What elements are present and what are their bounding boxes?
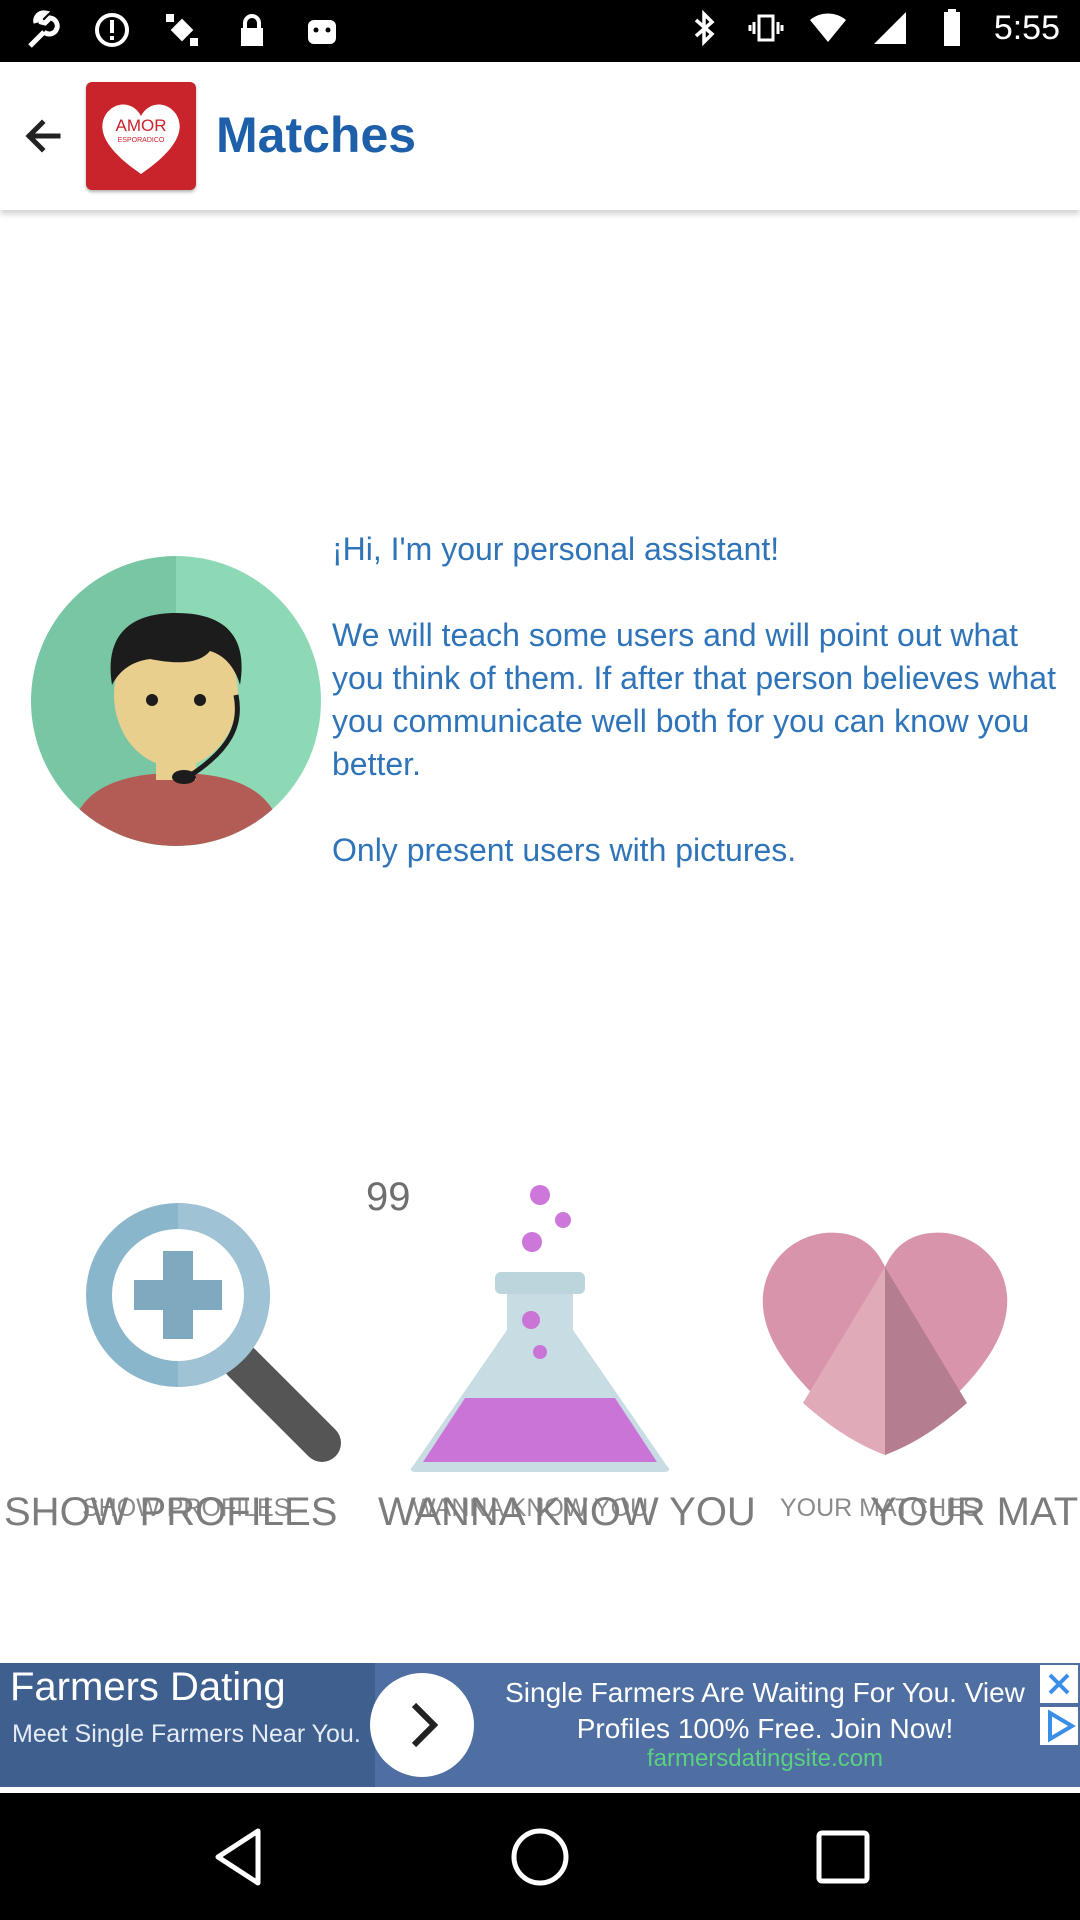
home-circle-icon[interactable] — [500, 1817, 580, 1897]
close-icon[interactable] — [1040, 1665, 1078, 1703]
status-bar: 5:55 — [0, 0, 1080, 62]
vibrate-icon — [746, 8, 786, 48]
ad-title[interactable]: Farmers Dating — [10, 1665, 286, 1710]
back-triangle-icon[interactable] — [200, 1817, 280, 1897]
chevron-right-icon[interactable] — [370, 1673, 474, 1777]
signal-icon — [870, 8, 910, 48]
app-bar: AMOR ESPORADICO Matches — [0, 62, 1080, 210]
adchoices-icon[interactable] — [1040, 1707, 1078, 1745]
battery-icon — [932, 8, 972, 48]
notification-count: 99 — [366, 1175, 411, 1219]
ad-domain[interactable]: farmersdatingsite.com — [495, 1745, 1035, 1773]
arrow-back-icon[interactable] — [14, 106, 74, 166]
alert-icon — [92, 10, 132, 50]
wrench-icon — [22, 10, 62, 50]
assistant-avatar — [30, 555, 322, 847]
ad-subtitle[interactable]: Meet Single Farmers Near You. — [12, 1718, 362, 1751]
search-plus-icon[interactable] — [62, 1185, 352, 1475]
android-icon — [302, 10, 342, 50]
flask-icon[interactable] — [405, 1180, 675, 1480]
heart-logo-icon: AMOR ESPORADICO — [102, 104, 180, 174]
navigation-bar — [0, 1793, 1080, 1920]
heart-icon[interactable] — [755, 1225, 1015, 1460]
app-logo: AMOR ESPORADICO — [86, 82, 196, 190]
bluetooth-icon — [684, 8, 724, 48]
ad-text[interactable]: Single Farmers Are Waiting For You. View… — [495, 1675, 1035, 1747]
show-profiles-button[interactable]: SHOW PROFILES — [4, 1490, 337, 1535]
your-matches-button[interactable]: YOUR MAT — [870, 1490, 1078, 1535]
ad-left-panel[interactable]: Farmers Dating Meet Single Farmers Near … — [0, 1663, 375, 1787]
status-time: 5:55 — [993, 8, 1060, 47]
assistant-note: Only present users with pictures. — [332, 832, 797, 868]
recents-square-icon[interactable] — [803, 1817, 883, 1897]
assistant-message: ¡Hi, I'm your personal assistant! We wil… — [332, 528, 1062, 872]
lock-icon — [232, 10, 272, 50]
logo-text-bottom: ESPORADICO — [118, 137, 165, 144]
assistant-body: We will teach some users and will point … — [332, 617, 1056, 782]
wanna-know-you-button[interactable]: WANNA KNOW YOU — [378, 1490, 756, 1535]
wifi-icon — [808, 8, 848, 48]
page-title: Matches — [216, 107, 417, 163]
logo-text-top: AMOR — [116, 116, 167, 135]
ad-banner[interactable]: Farmers Dating Meet Single Farmers Near … — [0, 1663, 1080, 1787]
fake-gps-icon — [162, 10, 202, 50]
assistant-greeting: ¡Hi, I'm your personal assistant! — [332, 531, 780, 567]
